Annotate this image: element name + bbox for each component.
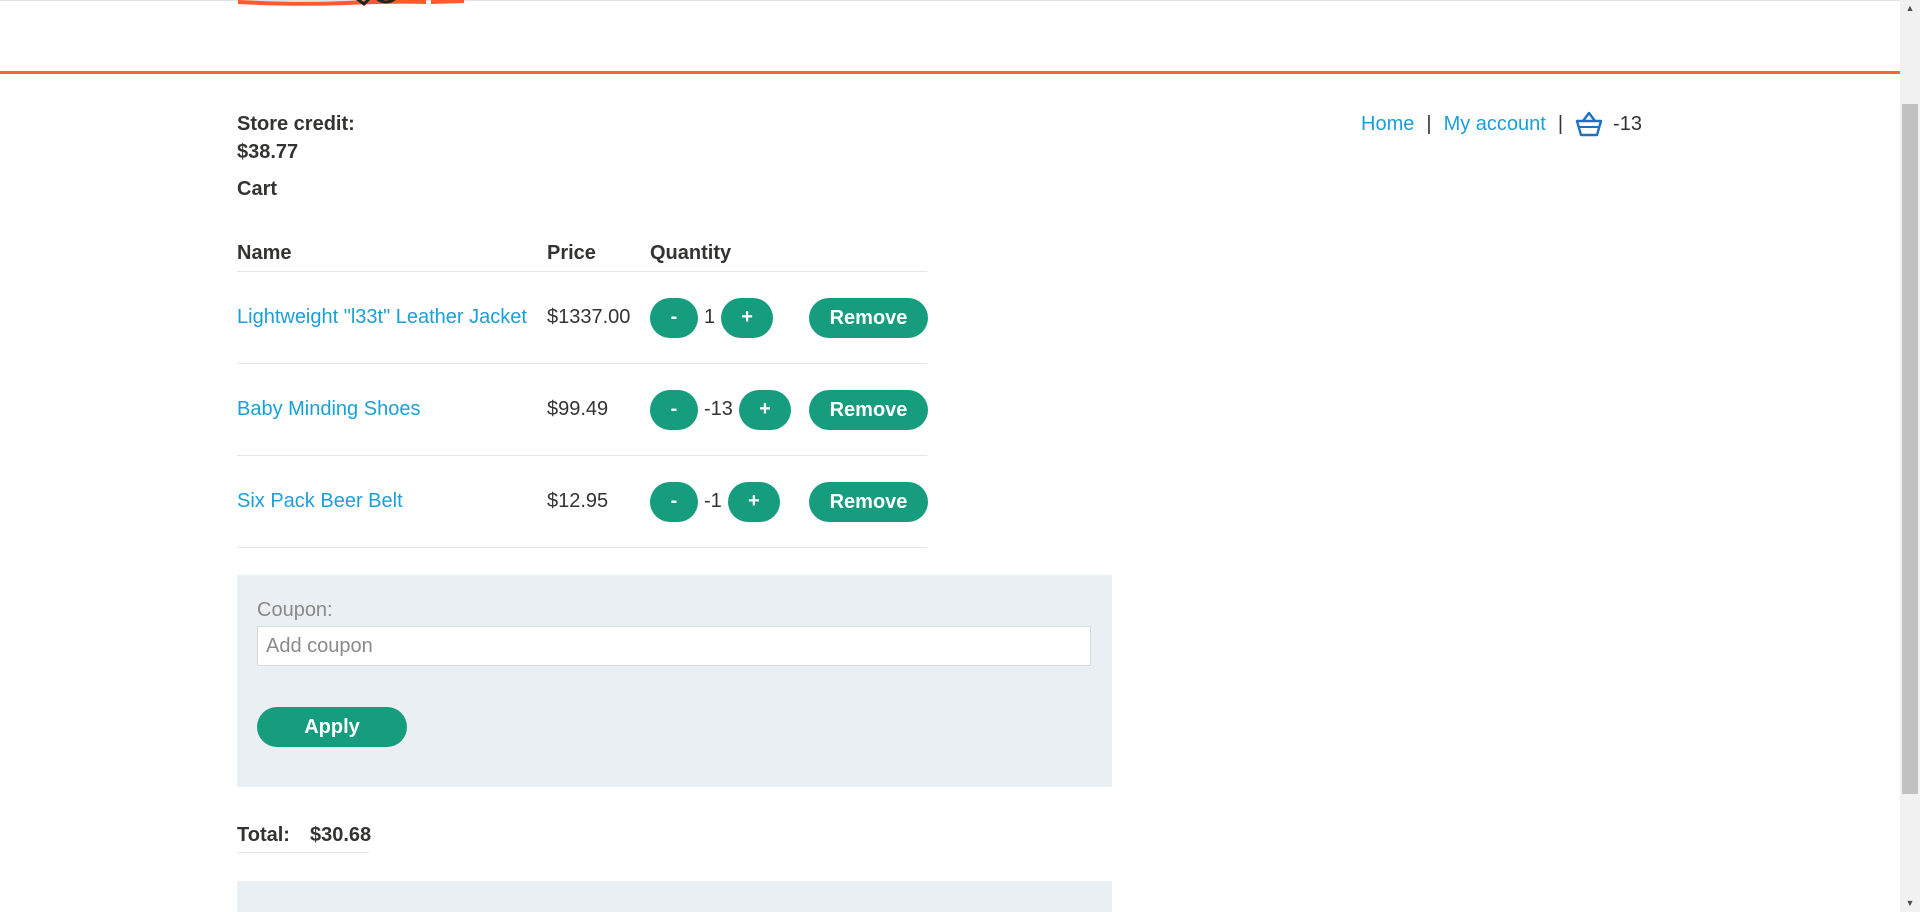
home-link[interactable]: Home (1361, 113, 1414, 136)
increase-quantity-button[interactable]: + (727, 481, 780, 522)
quantity-stepper: - -13 + (650, 364, 791, 455)
column-header-quantity: Quantity (650, 242, 732, 264)
decrease-quantity-button[interactable]: - (650, 389, 698, 430)
cart-table-header: Name Price Quantity (237, 236, 927, 272)
quantity-value: 1 (704, 306, 716, 328)
quantity-stepper: - 1 + (650, 272, 774, 363)
vertical-scrollbar[interactable]: ▲ ▼ (1900, 0, 1920, 912)
product-link[interactable]: Baby Minding Shoes (237, 364, 420, 455)
cart-basket-icon[interactable] (1575, 111, 1603, 137)
decrease-quantity-button[interactable]: - (650, 481, 698, 522)
cart-row: Six Pack Beer Belt $12.95 - -1 + Remove (237, 456, 928, 548)
coupon-label: Coupon: (257, 599, 333, 621)
cart-row: Lightweight "l33t" Leather Jacket $1337.… (237, 272, 928, 364)
product-link[interactable]: Six Pack Beer Belt (237, 456, 403, 547)
store-credit-amount: $38.77 (237, 141, 299, 163)
product-price: $1337.00 (547, 306, 631, 328)
top-navigation: Home | My account | -13 (1361, 110, 1642, 138)
store-credit-label: Store credit: (237, 113, 355, 135)
site-header (0, 0, 1900, 74)
quantity-value: -13 (704, 398, 733, 420)
scroll-down-arrow-icon[interactable]: ▼ (1900, 895, 1920, 912)
quantity-value: -1 (704, 490, 722, 512)
checkout-panel (237, 881, 1112, 912)
scroll-up-arrow-icon[interactable]: ▲ (1900, 0, 1920, 17)
cart-heading: Cart (237, 178, 278, 200)
store-credit: Store credit: $38.77 (237, 110, 355, 166)
column-header-price: Price (547, 242, 596, 264)
nav-separator: | (1557, 112, 1564, 135)
coupon-input[interactable] (257, 626, 1091, 666)
cart-count: -13 (1613, 112, 1642, 135)
my-account-link[interactable]: My account (1444, 113, 1546, 136)
product-price: $99.49 (547, 398, 609, 420)
cart-row: Baby Minding Shoes $99.49 - -13 + Remove (237, 364, 928, 456)
quantity-stepper: - -1 + (650, 456, 780, 547)
nav-separator: | (1426, 112, 1432, 135)
increase-quantity-button[interactable]: + (721, 297, 774, 338)
coupon-panel: Coupon: Apply (237, 575, 1112, 787)
page: Home | My account | -13 Store credit: $3… (0, 0, 1900, 912)
decrease-quantity-button[interactable]: - (650, 297, 698, 338)
apply-coupon-button[interactable]: Apply (257, 707, 407, 747)
total-label: Total: (237, 823, 290, 846)
product-price: $12.95 (547, 490, 609, 512)
remove-item-button[interactable]: Remove (809, 390, 928, 430)
remove-item-button[interactable]: Remove (809, 482, 928, 522)
column-header-name: Name (237, 242, 292, 264)
product-link[interactable]: Lightweight "l33t" Leather Jacket (237, 272, 527, 363)
remove-item-button[interactable]: Remove (809, 298, 928, 338)
order-total: Total: $30.68 (237, 818, 372, 853)
scrollbar-thumb[interactable] (1902, 104, 1918, 794)
increase-quantity-button[interactable]: + (738, 389, 791, 430)
total-amount: $30.68 (309, 823, 372, 846)
site-logo[interactable] (236, 0, 466, 7)
